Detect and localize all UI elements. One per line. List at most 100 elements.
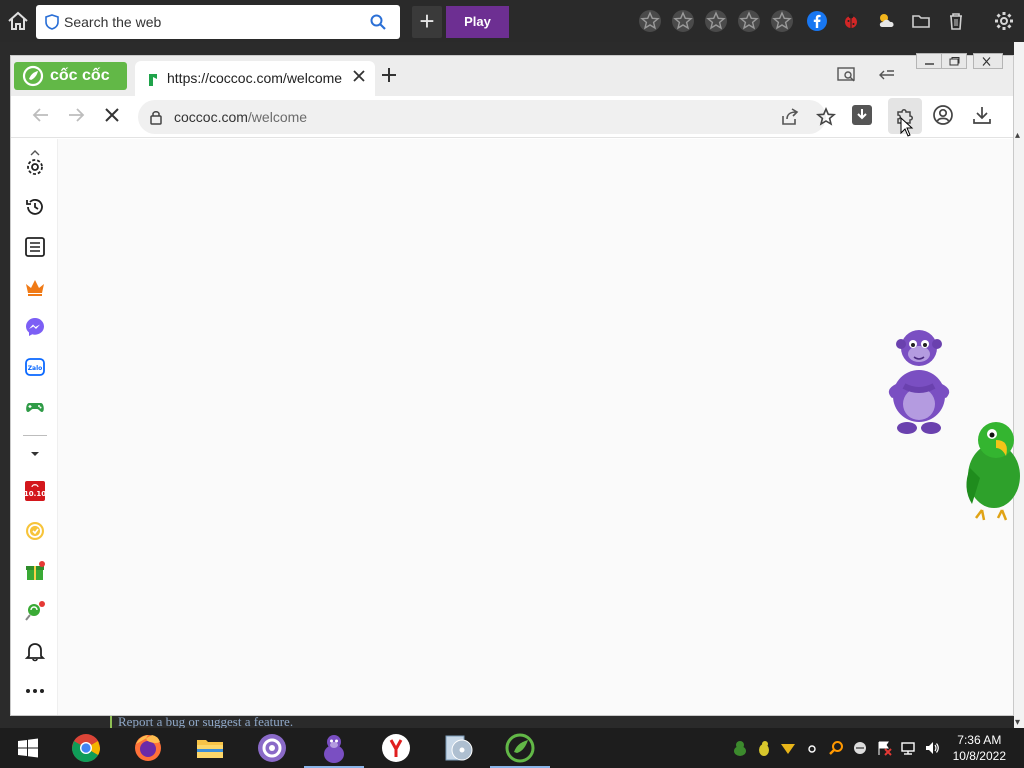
taskbar-yandex[interactable] <box>380 732 412 764</box>
firefox-icon <box>135 735 161 761</box>
list-icon <box>25 237 45 257</box>
favorite-star-icon[interactable] <box>672 10 694 32</box>
shield-icon <box>45 14 59 30</box>
home-icon[interactable] <box>6 10 30 32</box>
outer-toolbar: Search the web + Play <box>0 0 1024 42</box>
search-icon[interactable] <box>370 14 386 30</box>
restore-window-button[interactable] <box>941 53 967 69</box>
facebook-icon[interactable] <box>806 10 828 32</box>
sidebar-item-crown[interactable] <box>24 276 46 298</box>
history-icon <box>26 199 43 215</box>
tray-wifi-triangle-icon[interactable] <box>780 740 796 756</box>
search-placeholder: Search the web <box>64 14 162 30</box>
clock-date: 10/8/2022 <box>952 749 1006 763</box>
tray-gorilla-icon[interactable] <box>732 740 748 756</box>
weather-icon[interactable] <box>876 10 898 32</box>
add-button[interactable]: + <box>412 6 442 38</box>
lock-icon[interactable] <box>149 109 163 125</box>
tab-search-icon[interactable] <box>837 66 857 84</box>
forward-icon[interactable] <box>65 104 87 126</box>
start-button[interactable] <box>12 732 44 764</box>
gear-icon[interactable] <box>993 10 1015 32</box>
sidebar: Zalo 10.10 <box>11 139 58 715</box>
tray-search-icon[interactable] <box>828 740 844 756</box>
strip-divider <box>110 716 112 728</box>
collapse-sidebar-icon[interactable] <box>877 66 897 84</box>
sidebar-item-settings[interactable] <box>24 156 46 178</box>
folder-icon <box>197 740 223 758</box>
taskbar-coccoc[interactable] <box>490 732 550 768</box>
bookmark-star-icon[interactable] <box>815 106 837 128</box>
tray-circle-icon[interactable] <box>852 740 868 756</box>
taskbar-opera-style-app[interactable] <box>256 732 288 764</box>
sidebar-scroll-up-icon[interactable] <box>30 143 40 156</box>
sidebar-item-coin[interactable] <box>24 520 46 542</box>
crown-icon <box>26 280 44 296</box>
web-search-input[interactable]: Search the web <box>36 5 400 39</box>
tray-volume-icon[interactable] <box>924 740 940 756</box>
favorite-star-icon[interactable] <box>771 10 793 32</box>
tray-dot-icon[interactable] <box>804 740 820 756</box>
taskbar-bonzibuddy[interactable] <box>304 732 364 768</box>
taskbar-firefox[interactable] <box>132 732 164 764</box>
downloads-icon[interactable] <box>971 104 993 126</box>
chrome-icon <box>72 734 100 762</box>
new-tab-icon[interactable] <box>379 65 399 85</box>
tray-flag-icon[interactable] <box>876 740 892 756</box>
sidebar-item-games[interactable] <box>24 396 46 418</box>
report-bug-link[interactable]: Report a bug or suggest a feature. <box>118 716 293 728</box>
back-icon[interactable] <box>30 104 52 126</box>
system-clock[interactable]: 7:36 AM 10/8/2022 <box>953 732 1006 764</box>
taskbar-file-explorer[interactable] <box>194 732 226 764</box>
tab-welcome[interactable]: https://coccoc.com/welcome <box>135 61 375 96</box>
browser-app-icon <box>258 734 286 762</box>
sidebar-item-gift[interactable] <box>24 560 46 582</box>
download-video-icon[interactable] <box>851 104 873 126</box>
url-text: coccoc.com/welcome <box>174 109 307 125</box>
yandex-icon <box>382 734 410 762</box>
trash-icon[interactable] <box>945 10 967 32</box>
taskbar-disc-tool[interactable] <box>442 732 474 764</box>
gamepad-icon <box>26 403 44 412</box>
taskbar-chrome[interactable] <box>70 732 102 764</box>
minimize-window-button[interactable] <box>916 53 942 69</box>
mouse-cursor <box>900 116 914 137</box>
tray-network-icon[interactable] <box>900 740 916 756</box>
browser-window: cốc cốc https://coccoc.com/welcome cocco… <box>10 53 1014 716</box>
sidebar-expand-icon[interactable] <box>24 446 46 462</box>
shopping-sale-icon: 10.10 <box>24 481 46 501</box>
sidebar-item-lollipop[interactable] <box>24 600 46 622</box>
sidebar-item-more[interactable] <box>24 680 46 702</box>
clock-time: 7:36 AM <box>957 733 1002 747</box>
profile-icon[interactable] <box>932 104 954 126</box>
gear-icon <box>27 159 43 175</box>
page-content-loading <box>58 139 1013 715</box>
stop-loading-icon[interactable] <box>101 104 123 126</box>
folder-icon[interactable] <box>910 10 932 32</box>
close-tab-icon[interactable] <box>351 68 367 84</box>
lollipop-icon <box>25 601 45 621</box>
share-icon[interactable] <box>779 106 801 128</box>
close-window-button[interactable] <box>973 53 1003 69</box>
sidebar-item-history[interactable] <box>24 196 46 218</box>
favorite-star-icon[interactable] <box>705 10 727 32</box>
ladybug-icon[interactable] <box>840 10 862 32</box>
sidebar-item-messenger[interactable] <box>24 316 46 338</box>
tray-parrot-icon[interactable] <box>756 740 772 756</box>
play-button[interactable]: Play <box>446 6 509 38</box>
favorite-star-icon[interactable] <box>738 10 760 32</box>
address-bar[interactable]: coccoc.com/welcome <box>138 100 837 134</box>
sidebar-item-notifications[interactable] <box>24 640 46 662</box>
green-parrot-assistant[interactable] <box>958 418 1024 522</box>
messenger-icon <box>26 318 44 336</box>
tab-strip: cốc cốc https://coccoc.com/welcome <box>11 53 1013 96</box>
gorilla-icon <box>324 735 344 763</box>
background-page-strip: Report a bug or suggest a feature. <box>10 716 1014 728</box>
sidebar-item-reading-list[interactable] <box>24 236 46 258</box>
sidebar-item-zalo[interactable]: Zalo <box>24 356 46 378</box>
sidebar-item-shopping-10-10[interactable]: 10.10 <box>24 480 46 502</box>
sidebar-divider <box>23 435 47 436</box>
bonzibuddy-gorilla[interactable] <box>874 324 964 438</box>
coccoc-logo[interactable]: cốc cốc <box>14 62 127 90</box>
favorite-star-icon[interactable] <box>639 10 661 32</box>
